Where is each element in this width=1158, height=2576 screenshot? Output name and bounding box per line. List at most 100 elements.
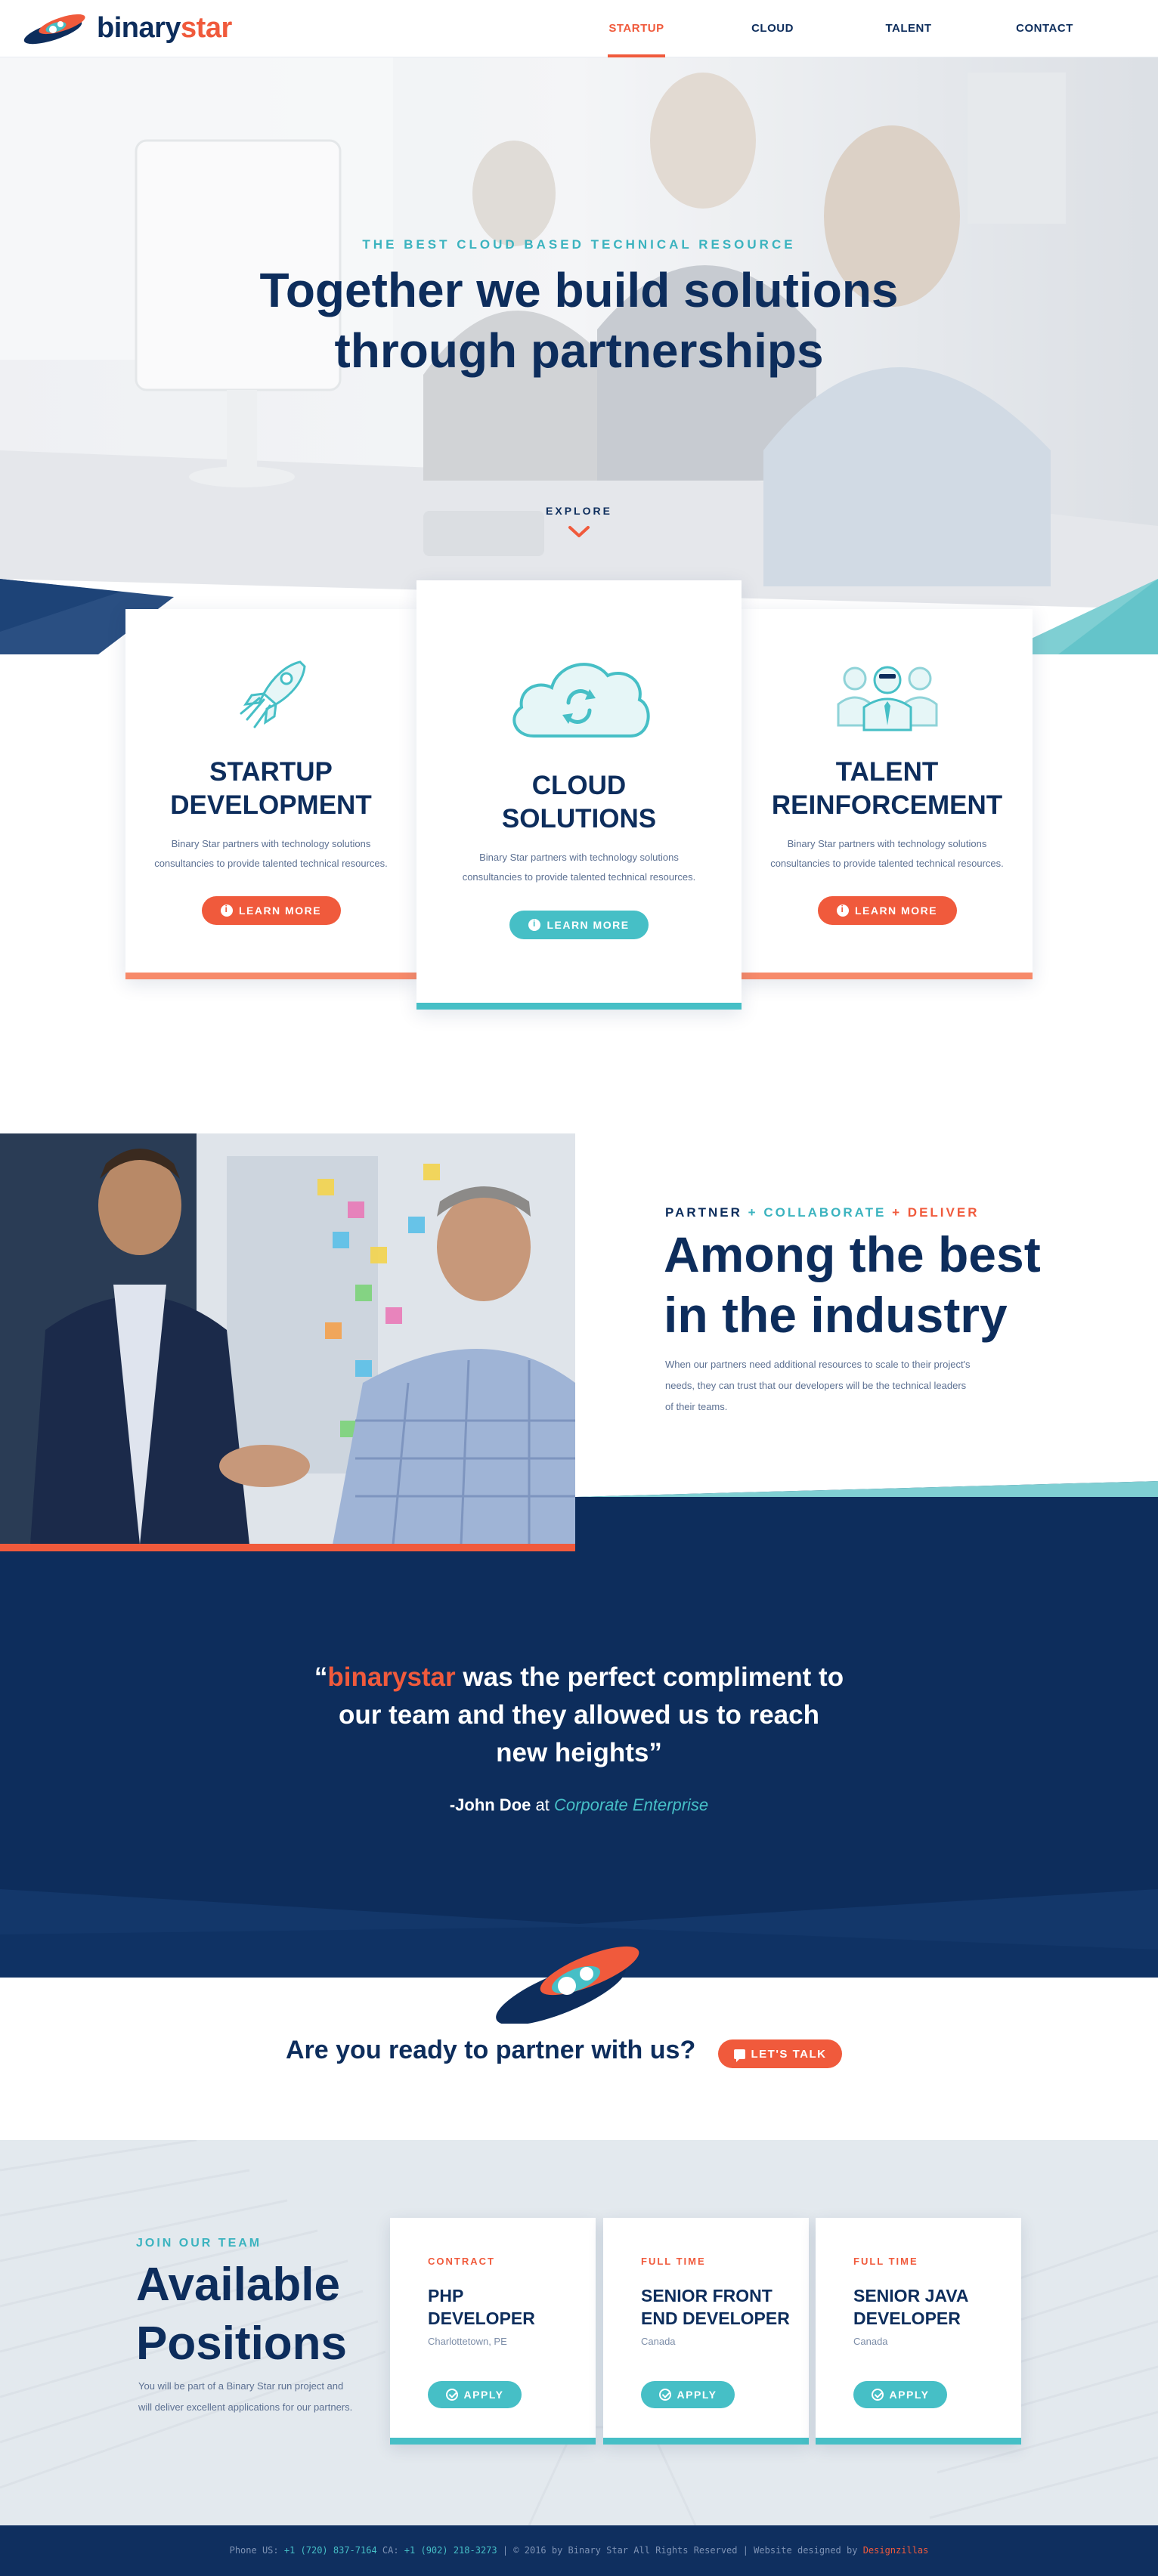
site-footer: Phone US: +1 (720) 837-7164 CA: +1 (902)… bbox=[0, 2525, 1158, 2576]
lets-talk-label: LET'S TALK bbox=[751, 2047, 827, 2061]
industry-description-line1: When our partners need additional resour… bbox=[665, 1359, 971, 1370]
footer-rights: | © 2016 by Binary Star All Rights Reser… bbox=[497, 2545, 863, 2556]
hero-section: THE BEST CLOUD BASED TECHNICAL RESOURCE … bbox=[0, 57, 1158, 654]
job-type: FULL TIME bbox=[853, 2256, 918, 2267]
quote-line2: our team and they allowed us to reach bbox=[339, 1700, 819, 1730]
apply-label: APPLY bbox=[463, 2389, 504, 2401]
job-card: FULL TIME SENIOR JAVA DEVELOPER Canada A… bbox=[816, 2218, 1021, 2445]
footer-designer-link[interactable]: Designzillas bbox=[863, 2545, 929, 2556]
nav-item-startup[interactable]: STARTUP bbox=[568, 0, 704, 57]
job-title[interactable]: PHP DEVELOPER bbox=[428, 2284, 587, 2330]
service-description-line1: Binary Star partners with technology sol… bbox=[479, 852, 679, 863]
learn-more-label: LEARN MORE bbox=[854, 905, 938, 917]
footer-phone-us[interactable]: +1 (720) 837-7164 bbox=[284, 2545, 377, 2556]
learn-more-label: LEARN MORE bbox=[238, 905, 322, 917]
job-title-line2: END DEVELOPER bbox=[641, 2309, 790, 2328]
top-nav: binarystar STARTUP CLOUD TALENT CONTACT bbox=[0, 0, 1158, 57]
apply-button[interactable]: APPLY bbox=[641, 2381, 735, 2408]
service-title: TALENT REINFORCEMENT bbox=[742, 756, 1033, 822]
service-description: Binary Star partners with technology sol… bbox=[764, 834, 1010, 874]
card-accent-bar bbox=[742, 973, 1033, 979]
card-accent-bar bbox=[125, 973, 416, 979]
brand-wordmark: binarystar bbox=[97, 11, 232, 45]
footer-phone-us-label: Phone US: bbox=[229, 2545, 284, 2556]
brand-name-part1: binary bbox=[97, 12, 181, 44]
apply-button[interactable]: APPLY bbox=[428, 2381, 522, 2408]
job-type: FULL TIME bbox=[641, 2256, 706, 2267]
footer-phone-ca[interactable]: +1 (902) 218-3273 bbox=[404, 2545, 497, 2556]
service-card-startup: STARTUP DEVELOPMENT Binary Star partners… bbox=[125, 609, 416, 979]
testimonial-quote: “binarystar was the perfect compliment t… bbox=[0, 1659, 1158, 1772]
testimonial-author: -John Doe at Corporate Enterprise bbox=[0, 1795, 1158, 1815]
chevron-down-icon[interactable] bbox=[567, 524, 591, 540]
positions-description: You will be part of a Binary Star run pr… bbox=[138, 2376, 365, 2418]
author-name: -John Doe bbox=[449, 1795, 531, 1814]
brand-logo[interactable]: binarystar bbox=[23, 11, 232, 45]
positions-title: Available Positions bbox=[136, 2256, 347, 2373]
learn-more-button[interactable]: LEARN MORE bbox=[509, 911, 649, 939]
job-card: CONTRACT PHP DEVELOPER Charlottetown, PE… bbox=[390, 2218, 596, 2445]
hero-title-line2: through partnerships bbox=[334, 323, 824, 378]
lets-talk-button[interactable]: LET'S TALK bbox=[718, 2039, 842, 2068]
service-card-cloud: CLOUD SOLUTIONS Binary Star partners wit… bbox=[416, 580, 742, 1010]
apply-button[interactable]: APPLY bbox=[853, 2381, 947, 2408]
industry-eyebrow: PARTNER + COLLABORATE + DELIVER bbox=[665, 1205, 979, 1220]
card-accent-bar bbox=[816, 2438, 1021, 2445]
card-accent-bar bbox=[603, 2438, 809, 2445]
main-menu: STARTUP CLOUD TALENT CONTACT bbox=[568, 0, 1113, 57]
nav-item-contact[interactable]: CONTACT bbox=[977, 0, 1113, 57]
positions-eyebrow: JOIN OUR TEAM bbox=[136, 2237, 262, 2250]
learn-more-button[interactable]: LEARN MORE bbox=[817, 896, 957, 925]
nav-item-cloud[interactable]: CLOUD bbox=[704, 0, 841, 57]
job-location: Canada bbox=[641, 2336, 676, 2347]
service-title-line1: STARTUP bbox=[209, 757, 333, 787]
service-description: Binary Star partners with technology sol… bbox=[439, 848, 719, 887]
eyebrow-deliver: DELIVER bbox=[907, 1205, 980, 1220]
eyebrow-plus: + bbox=[748, 1205, 758, 1220]
binarystar-logo-icon bbox=[496, 1946, 639, 2024]
quote-line1: “binarystar was the perfect compliment t… bbox=[0, 1659, 1158, 1696]
quote-line1-rest: was the perfect compliment to bbox=[455, 1662, 844, 1692]
cta-heading: Are you ready to partner with us? bbox=[286, 2036, 696, 2064]
check-circle-icon bbox=[445, 2389, 458, 2401]
service-title: CLOUD SOLUTIONS bbox=[416, 769, 742, 836]
service-description: Binary Star partners with technology sol… bbox=[148, 834, 394, 874]
check-circle-icon bbox=[871, 2389, 884, 2401]
apply-label: APPLY bbox=[889, 2389, 930, 2401]
industry-title: Among the best in the industry bbox=[664, 1224, 1041, 1345]
chat-icon bbox=[733, 2049, 745, 2062]
job-title-line1: SENIOR JAVA bbox=[853, 2286, 969, 2305]
handshake-photo bbox=[0, 1133, 575, 1545]
apply-label: APPLY bbox=[677, 2389, 717, 2401]
industry-description-line3: of their teams. bbox=[665, 1401, 728, 1412]
service-description-line1: Binary Star partners with technology sol… bbox=[171, 838, 371, 849]
card-accent-bar bbox=[390, 2438, 596, 2445]
job-title[interactable]: SENIOR JAVA DEVELOPER bbox=[853, 2284, 1012, 2330]
learn-more-button[interactable]: LEARN MORE bbox=[201, 896, 341, 925]
eyebrow-partner: PARTNER bbox=[665, 1205, 742, 1220]
photo-accent-bar bbox=[0, 1544, 575, 1551]
cloud-sync-icon bbox=[512, 663, 650, 738]
job-title-line1: PHP bbox=[428, 2286, 464, 2305]
industry-title-line2: in the industry bbox=[664, 1287, 1008, 1343]
hero-title-line1: Together we build solutions bbox=[259, 263, 899, 317]
nav-item-talent[interactable]: TALENT bbox=[841, 0, 977, 57]
positions-description-line1: You will be part of a Binary Star run pr… bbox=[138, 2380, 344, 2392]
binarystar-logo-icon bbox=[23, 14, 85, 45]
job-title-line2: DEVELOPER bbox=[428, 2309, 535, 2328]
job-title-line1: SENIOR FRONT bbox=[641, 2286, 773, 2305]
info-icon bbox=[836, 904, 849, 917]
explore-label[interactable]: EXPLORE bbox=[0, 505, 1158, 517]
author-company: Corporate Enterprise bbox=[553, 1795, 709, 1814]
card-accent-bar bbox=[416, 1003, 742, 1010]
check-circle-icon bbox=[658, 2389, 671, 2401]
rocket-icon bbox=[240, 660, 306, 728]
job-title[interactable]: SENIOR FRONT END DEVELOPER bbox=[641, 2284, 800, 2330]
info-icon bbox=[528, 918, 541, 931]
open-quote-mark: “ bbox=[314, 1662, 328, 1692]
industry-description-line2: needs, they can trust that our developer… bbox=[665, 1380, 967, 1391]
service-title: STARTUP DEVELOPMENT bbox=[125, 756, 416, 822]
job-location: Charlottetown, PE bbox=[428, 2336, 507, 2347]
service-description-line2: consultancies to provide talented techni… bbox=[770, 858, 1004, 869]
job-title-line2: DEVELOPER bbox=[853, 2309, 961, 2328]
